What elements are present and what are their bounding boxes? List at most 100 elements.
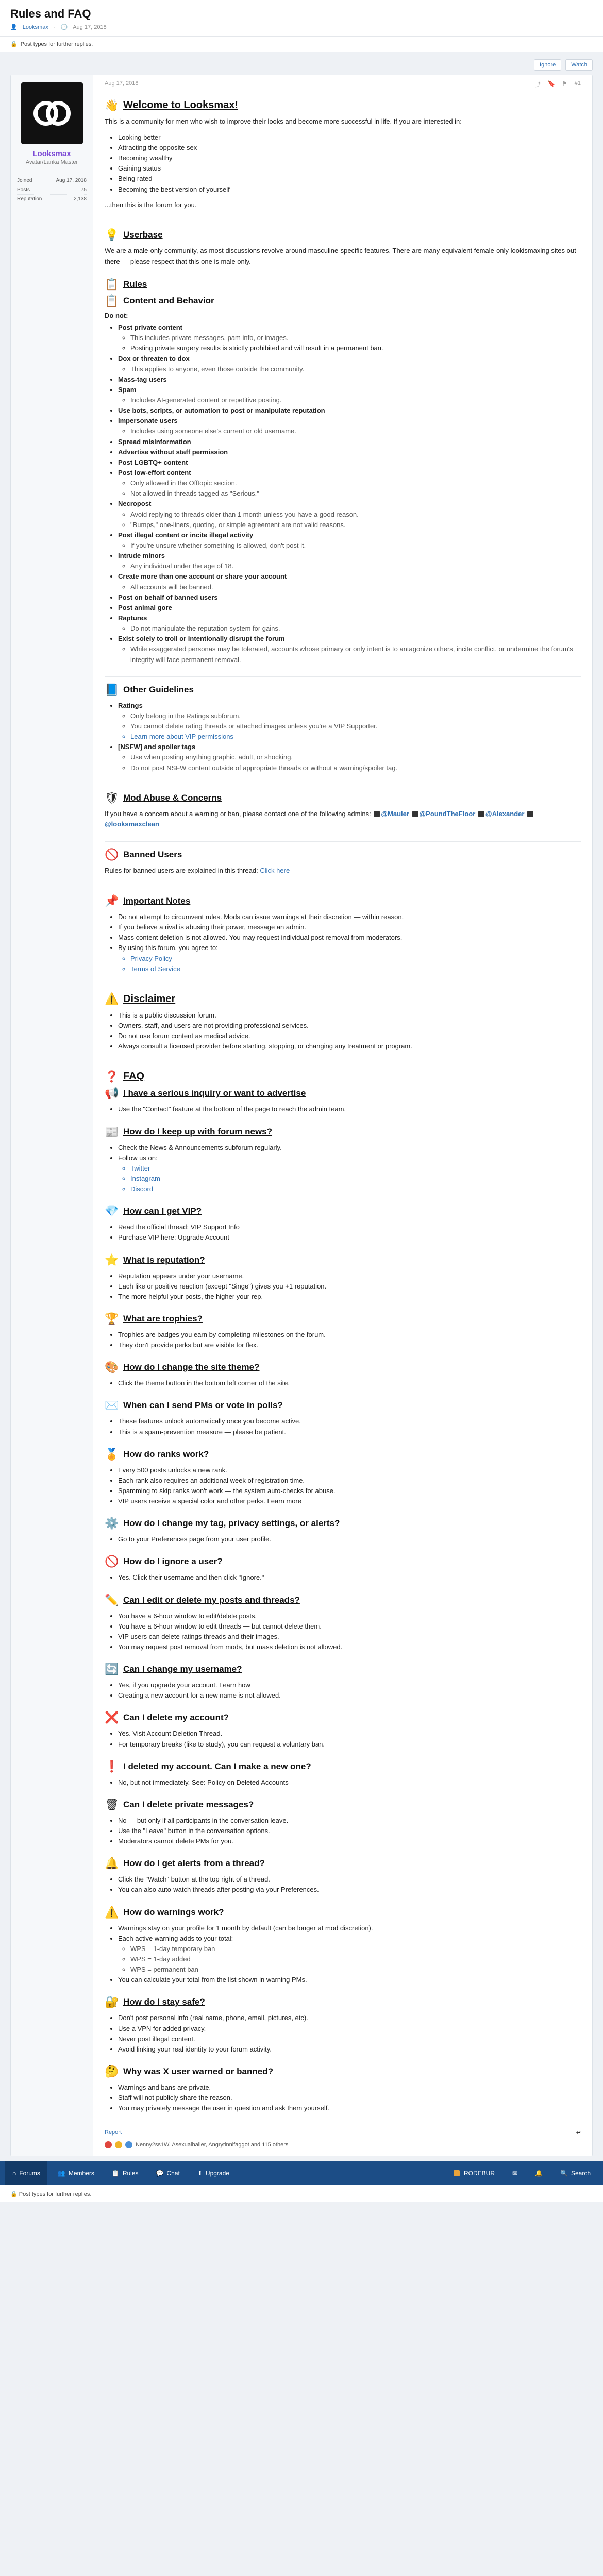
- username[interactable]: Looksmax: [17, 149, 87, 158]
- nav-item-members[interactable]: 👥 Members: [51, 2161, 102, 2185]
- wave-icon: 👋: [105, 98, 119, 112]
- user-title: Avatar/Lanka Master: [25, 159, 78, 165]
- sub-list-item[interactable]: Privacy Policy: [130, 954, 581, 964]
- user-avatar-icon: [453, 2170, 460, 2177]
- faq-link[interactable]: Instagram: [130, 1174, 581, 1184]
- faq-question: How can I get VIP?: [123, 1206, 202, 1216]
- faq-question: What is reputation?: [123, 1255, 205, 1265]
- sub-list-item: Only allowed in the Offtopic section.: [130, 478, 581, 488]
- faq-answer: Yes. Visit Account Deletion Thread.: [118, 1728, 581, 1739]
- mod-abuse-intro: If you have a concern about a warning or…: [105, 809, 371, 818]
- admin-mention[interactable]: @Mauler: [381, 810, 409, 818]
- users-icon: 👥: [57, 2170, 65, 2177]
- watch-button[interactable]: Watch: [565, 59, 593, 71]
- faq-emoji-icon: 🔐: [105, 1995, 119, 2009]
- sub-list-item: Avoid replying to threads older than 1 m…: [130, 510, 581, 520]
- avatar[interactable]: [21, 82, 83, 144]
- disclaimer-section: ⚠️ Disclaimer This is a public discussio…: [105, 993, 581, 1052]
- rules-icon: 📋: [111, 2170, 120, 2177]
- faq-answer: Use a VPN for added privacy.: [118, 2024, 581, 2034]
- bookmark-icon[interactable]: 🔖: [548, 80, 555, 89]
- list-item: Spread misinformation: [118, 437, 581, 447]
- sub-list-item: Only belong in the Ratings subforum.: [130, 711, 581, 721]
- list-item: Becoming the best version of yourself: [118, 184, 581, 195]
- faq-answer: Purchase VIP here: Upgrade Account: [118, 1232, 581, 1243]
- mod-abuse-text: If you have a concern about a warning or…: [105, 809, 581, 831]
- shield-icon: 🛡: [105, 791, 119, 804]
- share-icon[interactable]: ⤴: [535, 80, 541, 89]
- list-item-text: Post illegal content or incite illegal a…: [118, 531, 254, 539]
- number-icon[interactable]: #1: [575, 80, 581, 89]
- faq-answer: VIP users can delete ratings threads and…: [118, 1632, 581, 1642]
- faq-question: How do I change the site theme?: [123, 1362, 260, 1372]
- logo-icon: [33, 101, 71, 126]
- nav-item-chat[interactable]: 💬 Chat: [149, 2161, 187, 2185]
- list-item-text: [NSFW] and spoiler tags: [118, 743, 196, 751]
- list-item: [NSFW] and spoiler tagsUse when posting …: [118, 742, 581, 773]
- list-item-text: Post low-effort content: [118, 469, 191, 477]
- admin-avatar-icon: [527, 810, 534, 817]
- admin-mention[interactable]: @Alexander: [485, 810, 525, 818]
- nav-item-upgrade[interactable]: ⬆ Upgrade: [190, 2161, 237, 2185]
- list-item: Dox or threaten to doxThis applies to an…: [118, 353, 581, 374]
- reactions-bar[interactable]: Nenny2ss1W, Asexualballer, Angrytinnifag…: [105, 2141, 581, 2149]
- faq-section: ❓ FAQ 📢 I have a serious inquiry or want …: [105, 1071, 581, 2113]
- ignore-button[interactable]: Ignore: [534, 59, 562, 71]
- nav-item-forums[interactable]: ⌂ Forums: [5, 2161, 47, 2185]
- faq-answer: You can calculate your total from the li…: [118, 1975, 581, 1985]
- sub-list: If you're unsure whether something is al…: [130, 540, 581, 551]
- mail-icon[interactable]: ✉: [505, 2161, 525, 2185]
- list-item-text: Create more than one account or share yo…: [118, 572, 287, 581]
- nav-search[interactable]: 🔍 Search: [553, 2161, 598, 2185]
- faq-link[interactable]: Twitter: [130, 1163, 581, 1174]
- important-title: Important Notes: [123, 896, 191, 906]
- banned-users-link[interactable]: Click here: [260, 867, 290, 874]
- list-item-text: Spam: [118, 385, 137, 394]
- admin-mention[interactable]: @looksmaxclean: [105, 820, 159, 828]
- nav-user[interactable]: RODEBUR: [445, 2161, 502, 2185]
- list-item-text: If you believe a rival is abusing their …: [118, 923, 306, 931]
- clipboard-icon: 📋: [105, 294, 119, 308]
- admin-mention[interactable]: @PoundTheFloor: [420, 810, 476, 818]
- bell-icon[interactable]: 🔔: [528, 2161, 550, 2185]
- faq-head: ⚙️ How do I change my tag, privacy settin…: [105, 1518, 581, 1529]
- faq-answer: Each like or positive reaction (except "…: [118, 1281, 581, 1292]
- banned-users-section: 🚫 Banned Users Rules for banned users ar…: [105, 849, 581, 876]
- faq-answer: Read the official thread: VIP Support In…: [118, 1222, 581, 1232]
- faq-sub-item: WPS = 1-day added: [130, 1954, 581, 1964]
- rules-title: Rules: [123, 279, 147, 290]
- welcome-section: 👋 Welcome to Looksmax! This is a communi…: [105, 99, 581, 210]
- faq-answer-list: Go to your Preferences page from your us…: [118, 1534, 581, 1545]
- warning-icon: ⚠️: [105, 992, 119, 1006]
- faq-answer-list: Click the "Watch" button at the top righ…: [118, 1874, 581, 1895]
- faq-link[interactable]: Discord: [130, 1184, 581, 1194]
- user-stat-value: Aug 17, 2018: [56, 178, 87, 183]
- report-link[interactable]: Report: [105, 2129, 122, 2136]
- faq-question: How do warnings work?: [123, 1907, 224, 1917]
- sub-list-item[interactable]: Terms of Service: [130, 964, 581, 974]
- faq-item: ⭐ What is reputation? Reputation appears u…: [105, 1254, 581, 1302]
- thread-author-link[interactable]: Looksmax: [23, 24, 48, 30]
- sub-list-item: While exaggerated personas may be tolera…: [130, 644, 581, 665]
- post-date[interactable]: Aug 17, 2018: [105, 80, 138, 89]
- thread-meta: 👤 Looksmax · 🕒 Aug 17, 2018: [10, 24, 593, 31]
- faq-head: 🔐 How do I stay safe?: [105, 1996, 581, 2008]
- question-icon: ❓: [105, 1070, 119, 1083]
- admin-avatar-icon: [478, 810, 484, 817]
- list-item: Post private contentThis includes privat…: [118, 323, 581, 353]
- faq-answer: Warnings and bans are private.: [118, 2082, 581, 2093]
- nav-item-rules[interactable]: 📋 Rules: [105, 2161, 146, 2185]
- sub-list-item: This includes private messages, pam info…: [130, 333, 581, 343]
- disclaimer-list: This is a public discussion forum.Owners…: [118, 1010, 581, 1052]
- sub-list-item[interactable]: Learn more about VIP permissions: [130, 732, 581, 742]
- report-icon[interactable]: ⚑: [562, 80, 567, 89]
- reply-icon[interactable]: ↩: [576, 2129, 581, 2136]
- banned-users-title: Banned Users: [123, 850, 182, 860]
- sub-list-item: Posting private surgery results is stric…: [130, 343, 581, 353]
- faq-answer: These features unlock automatically once…: [118, 1416, 581, 1427]
- faq-answer: Moderators cannot delete PMs for you.: [118, 1836, 581, 1846]
- sub-list: Avoid replying to threads older than 1 m…: [130, 510, 581, 530]
- post-user-panel: Looksmax Avatar/Lanka Master Joined Aug 1…: [11, 75, 93, 2156]
- list-item: Gaining status: [118, 163, 581, 174]
- faq-head: ❗ I deleted my account. Can I make a new …: [105, 1760, 581, 1772]
